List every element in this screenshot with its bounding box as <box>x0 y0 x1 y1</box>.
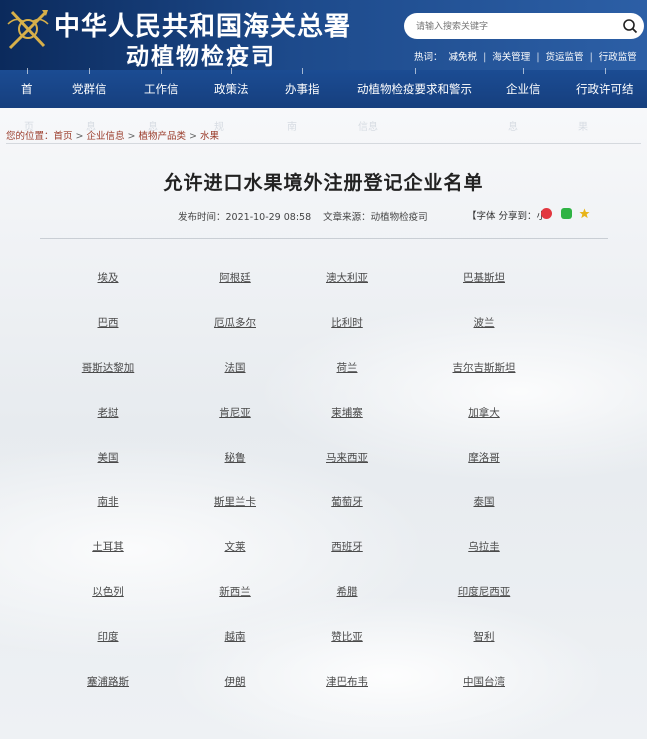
country-link[interactable]: 马来西亚 <box>326 450 368 465</box>
country-link[interactable]: 美国 <box>98 450 119 465</box>
country-link[interactable]: 塞浦路斯 <box>87 674 129 689</box>
country-link[interactable]: 肯尼亚 <box>219 405 251 420</box>
country-link[interactable]: 津巴布韦 <box>326 674 368 689</box>
country-link[interactable]: 葡萄牙 <box>331 494 363 509</box>
country-link[interactable]: 柬埔寨 <box>331 405 363 420</box>
country-link[interactable]: 新西兰 <box>219 584 251 599</box>
country-link[interactable]: 阿根廷 <box>219 270 251 285</box>
country-link[interactable]: 乌拉圭 <box>468 539 500 554</box>
country-link[interactable]: 秘鲁 <box>225 450 246 465</box>
country-link[interactable]: 老挝 <box>98 405 119 420</box>
country-link[interactable]: 巴基斯坦 <box>463 270 505 285</box>
country-link[interactable]: 印度尼西亚 <box>458 584 511 599</box>
country-link[interactable]: 土耳其 <box>92 539 124 554</box>
country-link[interactable]: 以色列 <box>92 584 124 599</box>
country-link[interactable]: 埃及 <box>98 270 119 285</box>
country-link[interactable]: 西班牙 <box>331 539 363 554</box>
country-link[interactable]: 荷兰 <box>337 360 358 375</box>
country-link[interactable]: 伊朗 <box>225 674 246 689</box>
country-link[interactable]: 澳大利亚 <box>326 270 368 285</box>
country-link[interactable]: 比利时 <box>331 315 363 330</box>
country-link[interactable]: 希腊 <box>337 584 358 599</box>
country-link[interactable]: 中国台湾 <box>463 674 505 689</box>
country-link[interactable]: 法国 <box>225 360 246 375</box>
country-link[interactable]: 摩洛哥 <box>468 450 500 465</box>
country-link[interactable]: 赞比亚 <box>331 629 363 644</box>
country-link[interactable]: 斯里兰卡 <box>214 494 256 509</box>
country-link[interactable]: 泰国 <box>474 494 495 509</box>
country-link[interactable]: 波兰 <box>474 315 495 330</box>
country-list: 埃及 阿根廷 澳大利亚 巴基斯坦 巴西 厄瓜多尔 比利时 波兰 哥斯达黎加 法国… <box>0 0 647 739</box>
country-link[interactable]: 南非 <box>98 494 119 509</box>
country-link[interactable]: 加拿大 <box>468 405 500 420</box>
country-link[interactable]: 印度 <box>98 629 119 644</box>
country-link[interactable]: 越南 <box>225 629 246 644</box>
country-link[interactable]: 巴西 <box>98 315 119 330</box>
country-link[interactable]: 厄瓜多尔 <box>214 315 256 330</box>
country-link[interactable]: 文莱 <box>225 539 246 554</box>
country-link[interactable]: 吉尔吉斯斯坦 <box>453 360 516 375</box>
country-link[interactable]: 哥斯达黎加 <box>82 360 135 375</box>
country-link[interactable]: 智利 <box>474 629 495 644</box>
